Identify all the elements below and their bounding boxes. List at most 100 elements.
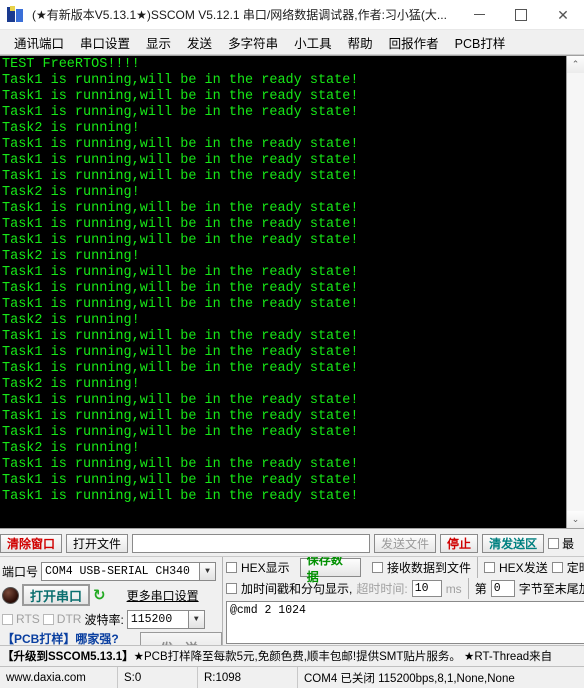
terminal-line: Task1 is running,will be in the ready st… [2,169,359,184]
topmost-label: 最 [562,537,575,551]
port-status-led-icon [2,586,19,604]
maximize-button[interactable] [500,0,542,29]
timestamp-checkbox[interactable] [226,583,237,594]
rts-label: RTS [16,612,40,626]
baud-select[interactable]: 115200 ▼ [126,609,205,629]
hex-display-label: HEX显示 [241,561,290,575]
terminal-line: Task1 is running,will be in the ready st… [2,489,359,504]
timeout-input[interactable]: 10 [411,580,442,597]
menu-bar: 通讯端口 串口设置 显示 发送 多字符串 小工具 帮助 回报作者 PCB打样 [0,30,584,55]
terminal-line: Task1 is running,will be in the ready st… [2,345,359,360]
dtr-label: DTR [56,612,82,626]
close-icon: ✕ [557,6,569,23]
bottom-panel: 端口号 COM4 USB-SERIAL CH340 ▼ 打开串口 ↻ 更多串口设… [0,556,584,645]
port-select-value: COM4 USB-SERIAL CH340 [45,564,190,578]
file-path-input[interactable] [132,534,371,553]
close-button[interactable]: ✕ [542,0,584,29]
promo-bar-text[interactable]: ★PCB打样降至每款5元,免颜色费,顺丰包邮!提供SMT贴片服务。 ★RT-Th… [134,648,552,664]
send-options-panel: HEX显示 保存数据 接收数据到文件 HEX发送 定时 加时间戳和分句显示, 超… [222,557,584,645]
terminal-line: Task1 is running,will be in the ready st… [2,105,359,120]
scroll-down-icon[interactable]: ⌄ [567,511,584,528]
menu-item-send[interactable]: 发送 [179,31,220,54]
timed-send-checkbox[interactable] [551,562,563,573]
hex-display-checkbox[interactable] [226,562,237,573]
baud-row: RTS DTR 波特率: 115200 ▼ [2,608,222,630]
terminal-line: Task1 is running,will be in the ready st… [2,361,359,376]
chevron-down-icon[interactable]: ▼ [187,610,204,628]
terminal-line: Task1 is running,will be in the ready st… [2,201,359,216]
menu-item-comm-port[interactable]: 通讯端口 [6,31,72,54]
open-port-button[interactable]: 打开串口 [22,584,91,606]
stop-button[interactable]: 停止 [440,534,479,553]
app-icon [6,5,26,24]
divider [477,557,479,578]
terminal-line: Task2 is running! [2,185,140,200]
clear-send-area-button[interactable]: 清发送区 [482,534,545,553]
terminal-line: Task1 is running,will be in the ready st… [2,217,359,232]
terminal-line: Task2 is running! [2,121,140,136]
send-button[interactable]: 发 送 [140,632,222,645]
menu-item-pcb[interactable]: PCB打样 [447,31,514,54]
timeout-unit-label: ms [445,581,462,596]
terminal-line: Task1 is running,will be in the ready st… [2,137,359,152]
terminal-line: Task1 is running,will be in the ready st… [2,457,359,472]
refresh-icon[interactable]: ↻ [93,588,106,603]
more-serial-settings-link[interactable]: 更多串口设置 [127,587,199,604]
chevron-down-icon[interactable]: ▼ [199,562,216,580]
timeout-label: 超时时间: [356,582,408,596]
rts-checkbox[interactable] [2,613,13,625]
terminal-line: Task1 is running,will be in the ready st… [2,473,359,488]
hex-display-row: HEX显示 保存数据 接收数据到文件 HEX发送 定时 [226,557,584,584]
dtr-checkbox[interactable] [42,613,54,625]
timestamp-label: 加时间戳和分句显示, [241,582,353,596]
status-bar: www.daxia.com S:0 R:1098 COM4 已关闭 115200… [0,666,584,688]
topmost-checkbox[interactable] [548,538,560,549]
nth-byte-suffix-label: 字节至末尾加 [518,582,584,596]
send-file-row: 清除窗口 打开文件 发送文件 停止 清发送区 最 [0,529,584,556]
scroll-up-icon[interactable]: ⌃ [567,56,584,73]
menu-item-help[interactable]: 帮助 [340,31,381,54]
hex-send-label: HEX发送 [499,561,548,575]
scroll-track[interactable] [567,73,584,511]
menu-item-serial-settings[interactable]: 串口设置 [72,31,138,54]
status-port-info: COM4 已关闭 115200bps,8,1,None,None [304,672,515,685]
minimize-button[interactable] [458,0,500,29]
terminal-line: Task1 is running,will be in the ready st… [2,393,359,408]
clear-window-button[interactable]: 清除窗口 [0,534,63,553]
port-row: 端口号 COM4 USB-SERIAL CH340 ▼ [2,560,222,582]
status-received-count: R:1098 [198,667,298,688]
nth-byte-label: 第 [474,582,487,596]
timestamp-row: 加时间戳和分句显示, 超时时间: 10 ms 第 0 字节至末尾加 [226,578,584,599]
send-file-button[interactable]: 发送文件 [374,534,437,553]
promo-line-1[interactable]: 【PCB打样】哪家强? [2,632,125,645]
window-controls: ✕ [458,0,584,29]
open-file-button[interactable]: 打开文件 [66,534,129,553]
receive-scrollbar[interactable]: ⌃ ⌄ [566,56,584,528]
timed-send-label: 定时 [566,561,584,575]
title-bar: (★有新版本V5.13.1★)SSCOM V5.12.1 串口/网络数据调试器,… [0,0,584,30]
terminal-line: Task1 is running,will be in the ready st… [2,425,359,440]
send-text-area[interactable]: @cmd 2 1024 [226,601,584,644]
terminal-line: Task1 is running,will be in the ready st… [2,233,359,248]
promo-bar[interactable]: 【升级到SSCOM5.13.1】 ★PCB打样降至每款5元,免颜色费,顺丰包邮!… [0,645,584,666]
terminal-line: Task1 is running,will be in the ready st… [2,265,359,280]
nth-byte-input[interactable]: 0 [490,580,515,597]
menu-item-feedback[interactable]: 回报作者 [381,31,447,54]
hex-send-checkbox[interactable] [484,562,496,573]
promo-bar-upgrade[interactable]: 【升级到SSCOM5.13.1】 [2,648,134,664]
terminal-line: Task2 is running! [2,441,140,456]
open-port-row: 打开串口 ↻ 更多串口设置 [2,582,222,608]
port-select[interactable]: COM4 USB-SERIAL CH340 ▼ [41,561,217,581]
recv-to-file-checkbox[interactable] [372,562,384,573]
save-data-button[interactable]: 保存数据 [299,557,362,584]
menu-item-tools[interactable]: 小工具 [286,31,340,54]
terminal-line: Task1 is running,will be in the ready st… [2,73,359,88]
terminal-line: Task2 is running! [2,313,140,328]
menu-item-multistring[interactable]: 多字符串 [220,31,286,54]
menu-item-display[interactable]: 显示 [138,31,179,54]
sscom-window: (★有新版本V5.13.1★)SSCOM V5.12.1 串口/网络数据调试器,… [0,0,584,688]
status-website[interactable]: www.daxia.com [0,667,118,688]
baud-label: 波特率: [84,612,124,627]
terminal-line: Task1 is running,will be in the ready st… [2,297,359,312]
receive-area[interactable]: TEST FreeRTOS!!!! Task1 is running,will b… [0,56,566,528]
